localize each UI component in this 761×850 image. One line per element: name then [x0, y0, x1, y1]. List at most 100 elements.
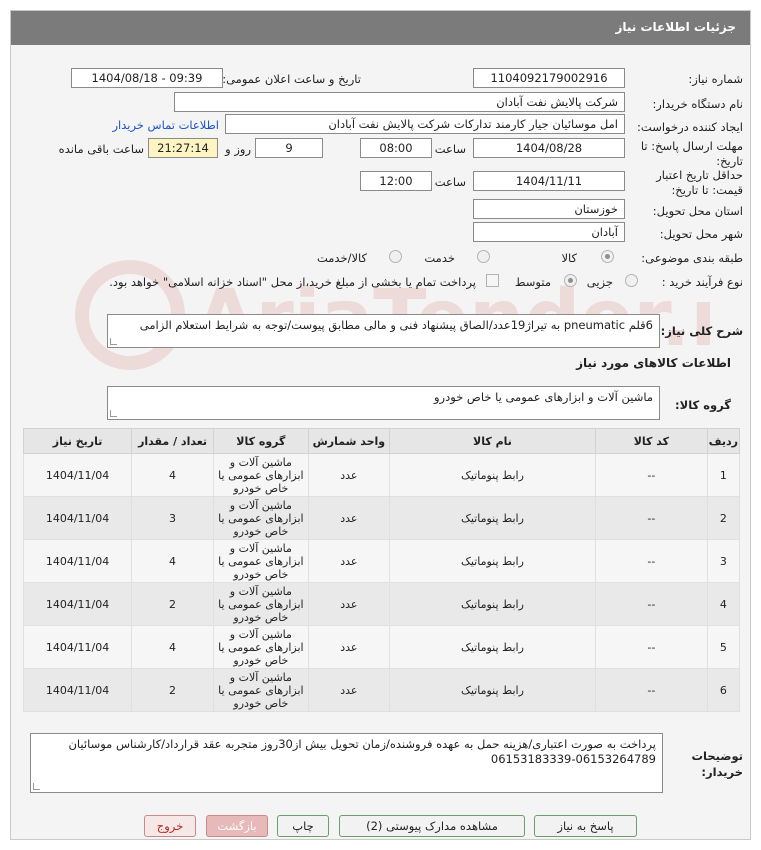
announce-label: تاریخ و ساعت اعلان عمومی:	[222, 72, 361, 86]
buyer-org-label: نام دستگاه خریدار:	[652, 97, 743, 111]
category-goods-service-label: کالا/خدمت	[316, 251, 367, 265]
table-row: 5 -- رابط پنوماتیک عدد ماشین آلات و ابزا…	[22, 625, 741, 669]
cell-code: --	[594, 539, 708, 583]
city-field: آبادان	[473, 222, 625, 242]
category-goods-service-radio[interactable]	[389, 250, 402, 263]
process-medium-label: متوسط	[514, 275, 551, 289]
deadline-days-label: روز و	[225, 142, 251, 156]
col-row-header: ردیف	[706, 428, 741, 454]
province-field: خوزستان	[473, 199, 625, 219]
cell-code: --	[594, 453, 708, 497]
creator-field: امل موسائیان جیار کارمند تدارکات شرکت پا…	[225, 114, 625, 134]
validity-label: حداقل تاریخ اعتبار قیمت: تا تاریخ:	[656, 168, 743, 197]
cell-date: 1404/11/04	[22, 668, 133, 712]
cell-date: 1404/11/04	[22, 582, 133, 626]
cell-qty: 4	[131, 625, 214, 669]
cell-name: رابط پنوماتیک	[388, 496, 596, 540]
city-label: شهر محل تحویل:	[659, 227, 743, 241]
description-text: 6قلم pneumatic به تیراژ19عدد/الصاق پیشنه…	[139, 318, 653, 332]
process-minor-label: جزیی	[586, 275, 613, 289]
validity-date-field: 1404/11/11	[473, 171, 625, 191]
cell-group: ماشین آلات و ابزارهای عمومی یا خاص خودرو	[212, 496, 309, 540]
back-button[interactable]: بازگشت	[206, 815, 268, 837]
goods-group-textarea: ماشین آلات و ابزارهای عمومی یا خاص خودرو	[107, 386, 660, 420]
col-name-header: نام کالا	[388, 428, 596, 454]
process-minor-radio[interactable]	[625, 274, 638, 287]
resize-grip-icon[interactable]	[33, 783, 40, 790]
page-title: جزئیات اطلاعات نیاز	[11, 11, 750, 45]
need-number-field: 1104092179002916	[473, 68, 625, 88]
cell-name: رابط پنوماتیک	[388, 453, 596, 497]
category-service-radio[interactable]	[477, 250, 490, 263]
cell-group: ماشین آلات و ابزارهای عمومی یا خاص خودرو	[212, 453, 309, 497]
buyer-org-field: شرکت پالایش نفت آبادان	[174, 92, 625, 112]
table-header-row: ردیف کد کالا نام کالا واحد شمارش گروه کا…	[22, 428, 741, 454]
table-row: 1 -- رابط پنوماتیک عدد ماشین آلات و ابزا…	[22, 453, 741, 497]
cell-group: ماشین آلات و ابزارهای عمومی یا خاص خودرو	[212, 582, 309, 626]
cell-code: --	[594, 582, 708, 626]
deadline-label: مهلت ارسال پاسخ: تا تاریخ:	[640, 139, 743, 168]
buyer-contact-link[interactable]: اطلاعات تماس خریدار	[112, 118, 219, 132]
cell-qty: 3	[131, 496, 214, 540]
cell-name: رابط پنوماتیک	[388, 668, 596, 712]
validity-time-field: 12:00	[360, 171, 432, 191]
goods-group-text: ماشین آلات و ابزارهای عمومی یا خاص خودرو	[434, 390, 653, 404]
cell-row: 2	[706, 496, 741, 540]
treasury-checkbox[interactable]	[486, 274, 499, 287]
cell-row: 5	[706, 625, 741, 669]
cell-qty: 2	[131, 582, 214, 626]
deadline-date-field: 1404/08/28	[473, 138, 625, 158]
cell-unit: عدد	[307, 539, 390, 583]
resize-grip-icon[interactable]	[110, 338, 117, 345]
cell-date: 1404/11/04	[22, 539, 133, 583]
items-table: ردیف کد کالا نام کالا واحد شمارش گروه کا…	[22, 428, 741, 712]
remaining-time-label: ساعت باقی مانده	[58, 142, 144, 156]
cell-group: ماشین آلات و ابزارهای عمومی یا خاص خودرو	[212, 625, 309, 669]
col-date-header: تاریخ نیاز	[22, 428, 133, 454]
col-unit-header: واحد شمارش	[307, 428, 390, 454]
cell-code: --	[594, 668, 708, 712]
table-row: 3 -- رابط پنوماتیک عدد ماشین آلات و ابزا…	[22, 539, 741, 583]
announce-field: 1404/08/18 - 09:39	[71, 68, 223, 88]
cell-unit: عدد	[307, 453, 390, 497]
cell-name: رابط پنوماتیک	[388, 582, 596, 626]
description-textarea: 6قلم pneumatic به تیراژ19عدد/الصاق پیشنه…	[107, 314, 660, 348]
resize-grip-icon[interactable]	[110, 410, 117, 417]
process-label: نوع فرآیند خرید :	[661, 275, 743, 289]
cell-row: 6	[706, 668, 741, 712]
goods-group-label: گروه کالا:	[675, 398, 731, 412]
col-group-header: گروه کالا	[212, 428, 309, 454]
deadline-time-field: 08:00	[360, 138, 432, 158]
category-service-label: خدمت	[424, 251, 455, 265]
buyer-notes-label: توضیحات خریدار:	[691, 749, 744, 779]
description-label: شرح کلی نیاز:	[660, 324, 743, 338]
cell-code: --	[594, 625, 708, 669]
goods-section-title: اطلاعات کالاهای مورد نیاز	[576, 356, 731, 370]
deadline-time-label: ساعت	[434, 142, 466, 156]
cell-unit: عدد	[307, 668, 390, 712]
table-row: 6 -- رابط پنوماتیک عدد ماشین آلات و ابزا…	[22, 668, 741, 712]
reply-button[interactable]: پاسخ به نیاز	[534, 815, 637, 837]
print-button[interactable]: چاپ	[277, 815, 329, 837]
attachments-button[interactable]: مشاهده مدارک پیوستی (2)	[339, 815, 525, 837]
category-goods-radio[interactable]	[601, 250, 614, 263]
exit-button[interactable]: خروج	[144, 815, 196, 837]
remaining-time-field: 21:27:14	[148, 138, 218, 158]
cell-unit: عدد	[307, 625, 390, 669]
cell-name: رابط پنوماتیک	[388, 625, 596, 669]
table-row: 4 -- رابط پنوماتیک عدد ماشین آلات و ابزا…	[22, 582, 741, 626]
cell-qty: 4	[131, 453, 214, 497]
cell-date: 1404/11/04	[22, 496, 133, 540]
cell-code: --	[594, 496, 708, 540]
cell-unit: عدد	[307, 582, 390, 626]
cell-name: رابط پنوماتیک	[388, 539, 596, 583]
process-medium-radio[interactable]	[564, 274, 577, 287]
cell-qty: 2	[131, 668, 214, 712]
category-label: طبقه بندی موضوعی:	[641, 251, 743, 265]
province-label: استان محل تحویل:	[652, 204, 743, 218]
cell-row: 4	[706, 582, 741, 626]
cell-date: 1404/11/04	[22, 453, 133, 497]
cell-row: 3	[706, 539, 741, 583]
deadline-days-field: 9	[255, 138, 323, 158]
col-code-header: کد کالا	[594, 428, 708, 454]
